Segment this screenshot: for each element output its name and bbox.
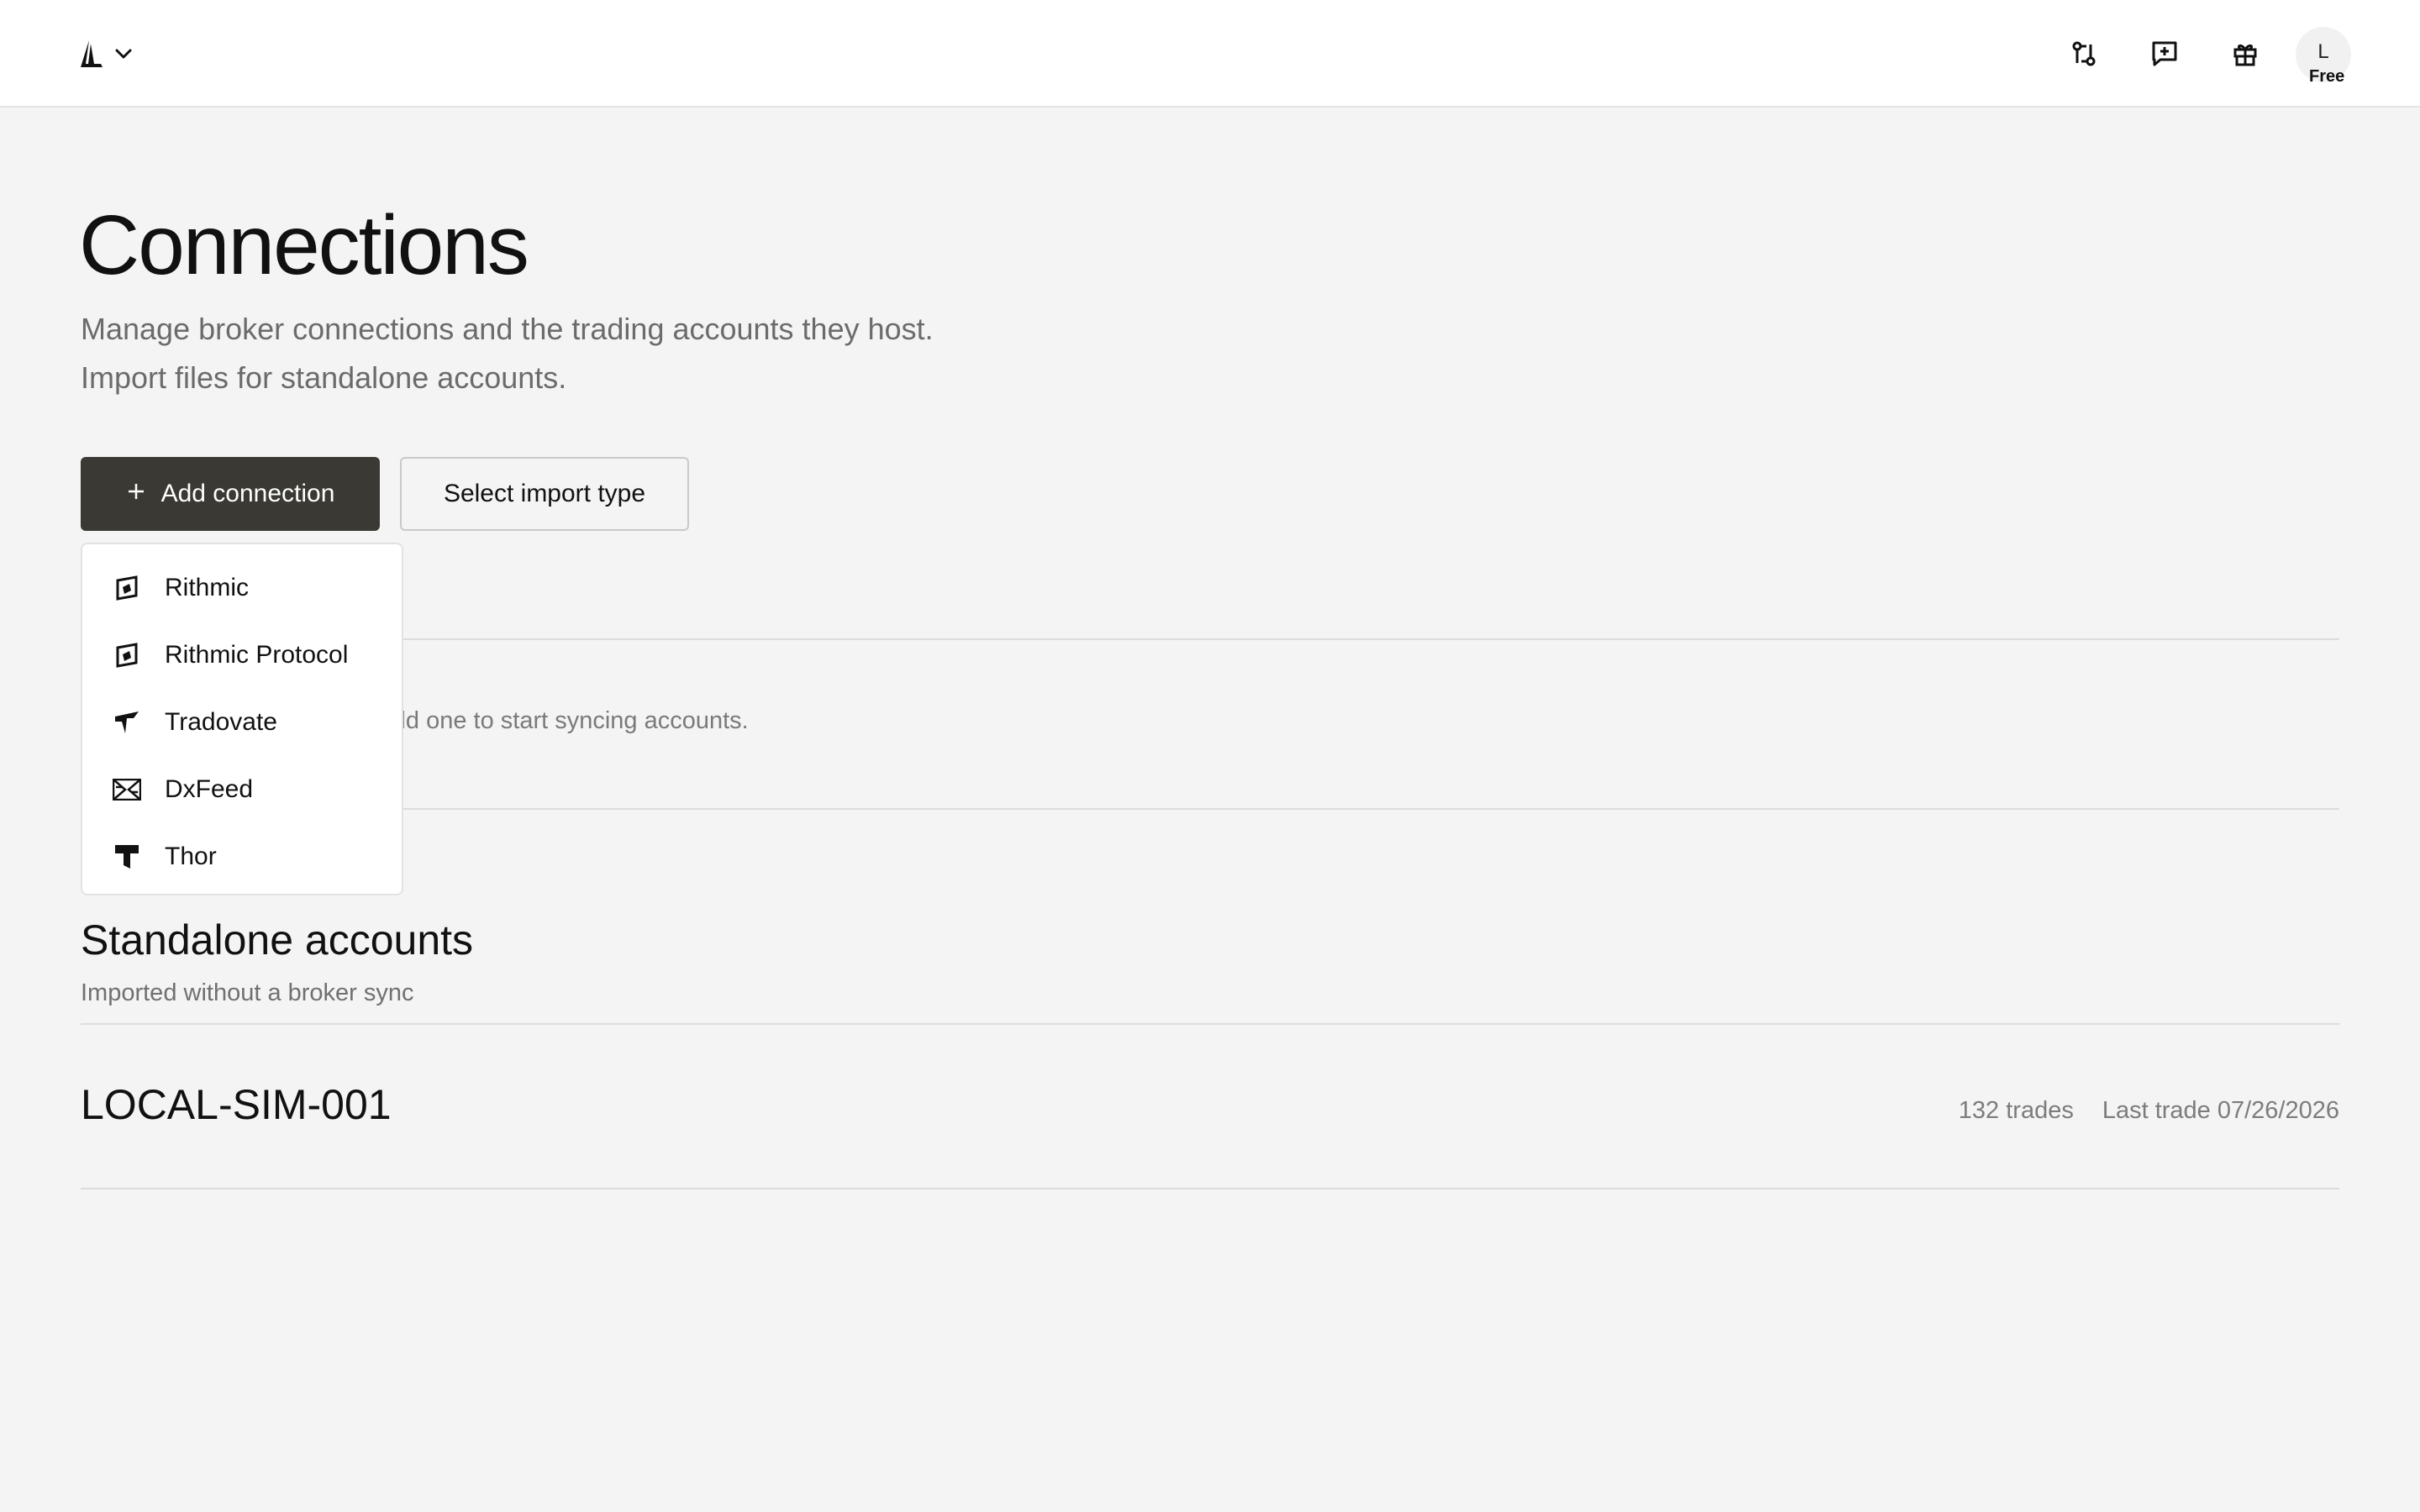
select-import-type-button[interactable]: Select import type xyxy=(400,457,689,531)
feedback-message-icon[interactable] xyxy=(2144,34,2185,74)
broker-sync-icon[interactable] xyxy=(2064,34,2104,74)
standalone-section-subtitle: Imported without a broker sync xyxy=(81,979,414,1006)
brand-sail-logo-icon xyxy=(77,39,106,69)
account-name[interactable]: LOCAL-SIM-001 xyxy=(81,1080,392,1129)
rithmic-icon xyxy=(113,574,141,602)
page-subtitle-line2: Import files for standalone accounts. xyxy=(81,360,567,395)
account-trade-count: 132 trades xyxy=(1958,1097,2074,1124)
thor-icon xyxy=(113,843,141,871)
plus-icon xyxy=(126,480,146,508)
account-last-trade: Last trade 07/26/2026 xyxy=(2102,1097,2339,1124)
gift-icon[interactable] xyxy=(2225,34,2265,74)
connections-divider-bottom xyxy=(81,808,2339,810)
menu-item-rithmic-protocol[interactable]: Rithmic Protocol xyxy=(82,622,402,689)
standalone-section-title: Standalone accounts xyxy=(81,916,474,963)
menu-item-label: Thor xyxy=(165,843,217,870)
rithmic-protocol-icon xyxy=(113,641,141,669)
menu-item-thor[interactable]: Thor xyxy=(82,823,402,890)
page-subtitle-line1: Manage broker connections and the tradin… xyxy=(81,312,934,346)
chevron-down-icon xyxy=(114,47,133,60)
add-connection-button[interactable]: Add connection xyxy=(81,457,380,531)
menu-item-tradovate[interactable]: Tradovate xyxy=(82,689,402,756)
dxfeed-icon xyxy=(113,775,141,804)
workspace-switcher[interactable] xyxy=(77,37,133,71)
menu-item-dxfeed[interactable]: DxFeed xyxy=(82,756,402,823)
account-meta: 132 trades Last trade 07/26/2026 xyxy=(1959,1097,2339,1125)
menu-item-label: Rithmic Protocol xyxy=(165,641,349,669)
standalone-divider-top xyxy=(81,1023,2339,1025)
standalone-divider-bottom xyxy=(81,1188,2339,1189)
plan-badge: Free xyxy=(2309,67,2345,86)
connections-divider-top xyxy=(81,638,2339,640)
add-connection-menu: Rithmic Rithmic Protocol Tradovate DxFee… xyxy=(81,543,403,895)
top-bar: L Free xyxy=(0,0,2420,108)
menu-item-label: Tradovate xyxy=(165,708,277,736)
menu-item-label: DxFeed xyxy=(165,775,254,803)
page-title: Connections xyxy=(79,198,529,292)
menu-item-rithmic[interactable]: Rithmic xyxy=(82,554,402,622)
menu-item-label: Rithmic xyxy=(165,574,250,601)
add-connection-label: Add connection xyxy=(160,480,335,507)
avatar-initial: L xyxy=(2317,40,2329,63)
tradovate-icon xyxy=(113,708,141,737)
